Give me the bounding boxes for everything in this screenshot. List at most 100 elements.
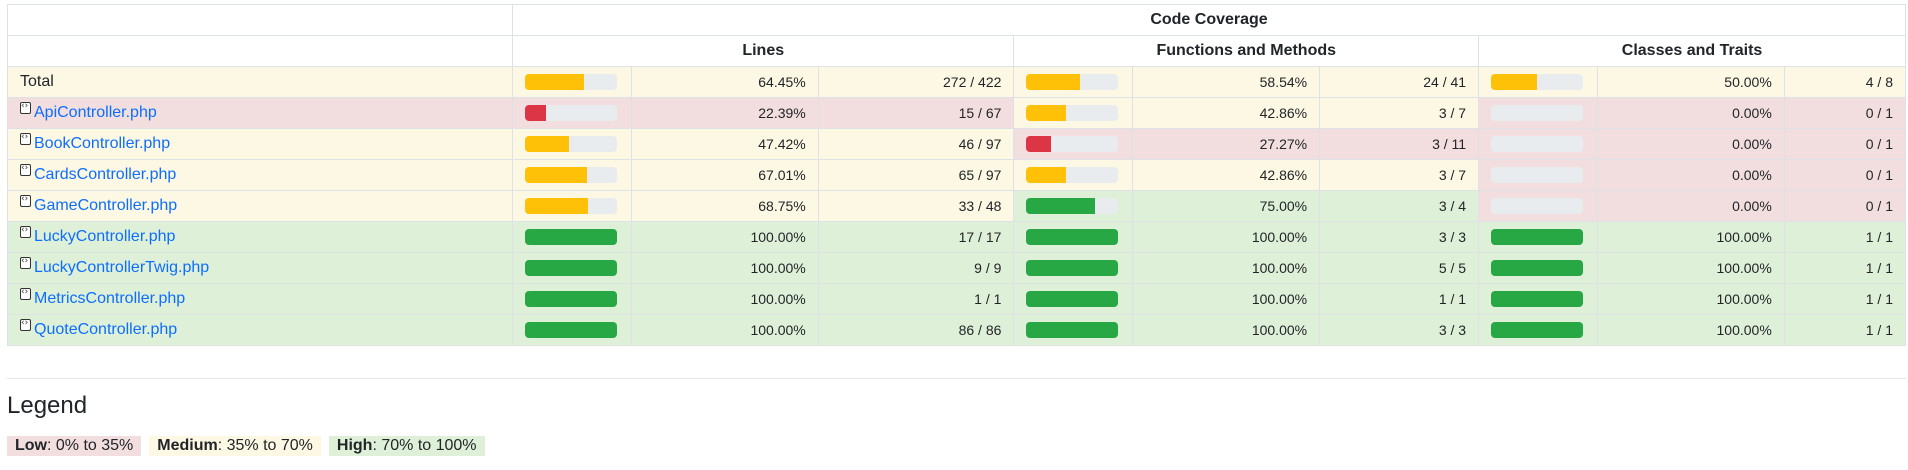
lines-progress-bar [525,291,618,307]
funcs-ratio: 3 / 4 [1319,190,1480,222]
classes-progress-bar [1491,229,1584,245]
classes-bar-cell [1478,128,1598,160]
lines-percent: 67.01% [630,159,819,191]
classes-percent: 50.00% [1596,66,1785,98]
legend-low: Low: 0% to 35% [7,436,142,456]
legend-high: High: 70% to 100% [328,436,485,456]
lines-percent: 100.00% [630,283,819,315]
classes-bar-cell [1478,97,1598,129]
classes-percent: 100.00% [1596,221,1785,253]
funcs-percent: 100.00% [1132,221,1321,253]
classes-progress-bar [1491,105,1584,121]
classes-progress-fill [1491,74,1538,90]
funcs-ratio: 3 / 3 [1319,221,1480,253]
classes-ratio: 0 / 1 [1783,128,1907,160]
coverage-rows: Total 64.45% 272 / 422 58.54% 24 / 41 50.00% 4… [6,66,1907,346]
funcs-progress-bar [1026,198,1119,214]
classes-bar-cell [1478,190,1598,222]
classes-progress-bar [1491,198,1584,214]
file-link[interactable]: LuckyController.php [34,228,175,245]
row-name-cell: CardsController.php [6,159,514,191]
lines-progress-bar [525,105,618,121]
classes-bar-cell [1478,221,1598,253]
classes-percent: 0.00% [1596,190,1785,222]
file-link[interactable]: QuoteController.php [34,321,177,338]
header-code-coverage: Code Coverage [512,4,1906,36]
lines-bar-cell [512,283,632,315]
header-row-top: Code Coverage [6,4,1906,36]
lines-progress-fill [525,229,618,245]
lines-ratio: 15 / 67 [817,97,1015,129]
php-file-icon [20,317,31,331]
funcs-percent: 27.27% [1132,128,1321,160]
funcs-bar-cell [1013,128,1134,160]
lines-progress-fill [525,74,585,90]
lines-progress-fill [525,198,589,214]
lines-progress-bar [525,322,618,338]
legend-medium-range: : 35% to 70% [217,437,313,454]
classes-percent: 100.00% [1596,314,1785,346]
funcs-progress-fill [1026,198,1096,214]
classes-progress-fill [1491,260,1584,276]
lines-progress-fill [525,167,587,183]
lines-ratio: 9 / 9 [817,252,1015,284]
lines-percent: 64.45% [630,66,819,98]
classes-progress-bar [1491,291,1584,307]
php-file-icon [20,100,31,114]
row-name-cell: LuckyControllerTwig.php [6,252,514,284]
funcs-progress-bar [1026,322,1119,338]
php-file-icon [20,193,31,207]
funcs-progress-fill [1026,260,1119,276]
table-row: MetricsController.php100.00%1 / 1100.00%… [6,283,1907,315]
lines-progress-bar [525,74,618,90]
classes-ratio: 0 / 1 [1783,97,1907,129]
row-name-cell: LuckyController.php [6,221,514,253]
file-link[interactable]: CardsController.php [34,166,176,183]
file-link[interactable]: BookController.php [34,135,170,152]
table-row: QuoteController.php100.00%86 / 86100.00%… [6,314,1907,346]
lines-ratio: 17 / 17 [817,221,1015,253]
lines-progress-fill [525,105,546,121]
classes-progress-fill [1491,229,1584,245]
lines-bar-cell [512,128,632,160]
legend-low-label: Low [15,437,47,454]
funcs-progress-fill [1026,74,1081,90]
funcs-ratio: 1 / 1 [1319,283,1480,315]
file-link[interactable]: MetricsController.php [34,290,185,307]
lines-bar-cell [512,221,632,253]
table-row: GameController.php 68.75%33 / 48 75.00%3 /… [6,190,1907,222]
classes-progress-bar [1491,136,1584,152]
lines-ratio: 65 / 97 [817,159,1015,191]
funcs-progress-fill [1026,291,1119,307]
lines-progress-fill [525,260,618,276]
file-link[interactable]: ApiController.php [34,104,157,121]
classes-percent: 100.00% [1596,283,1785,315]
funcs-progress-bar [1026,229,1119,245]
funcs-bar-cell [1013,283,1134,315]
funcs-percent: 100.00% [1132,283,1321,315]
classes-ratio: 1 / 1 [1783,252,1907,284]
file-link[interactable]: LuckyControllerTwig.php [34,259,209,276]
funcs-ratio: 3 / 3 [1319,314,1480,346]
funcs-progress-fill [1026,105,1066,121]
funcs-bar-cell [1013,190,1134,222]
table-row: LuckyController.php 100.00% 17 / 17 100.00%… [6,221,1907,253]
row-name-cell: ApiController.php [6,97,514,129]
classes-bar-cell [1478,283,1598,315]
header-lines: Lines [512,35,1015,67]
lines-progress-bar [525,167,618,183]
funcs-percent: 42.86% [1132,159,1321,191]
lines-ratio: 272 / 422 [817,66,1015,98]
classes-progress-bar [1491,322,1584,338]
classes-progress-fill [1491,322,1584,338]
funcs-progress-bar [1026,105,1119,121]
file-link[interactable]: GameController.php [34,197,177,214]
funcs-ratio: 3 / 11 [1319,128,1480,160]
legend-high-label: High [336,437,373,454]
funcs-ratio: 3 / 7 [1319,97,1480,129]
funcs-bar-cell [1013,252,1134,284]
header-classes: Classes and Traits [1478,35,1906,67]
funcs-percent: 100.00% [1132,314,1321,346]
table-row: CardsController.php 67.01%65 / 97 42.86%3 … [6,159,1907,191]
funcs-progress-bar [1026,74,1119,90]
